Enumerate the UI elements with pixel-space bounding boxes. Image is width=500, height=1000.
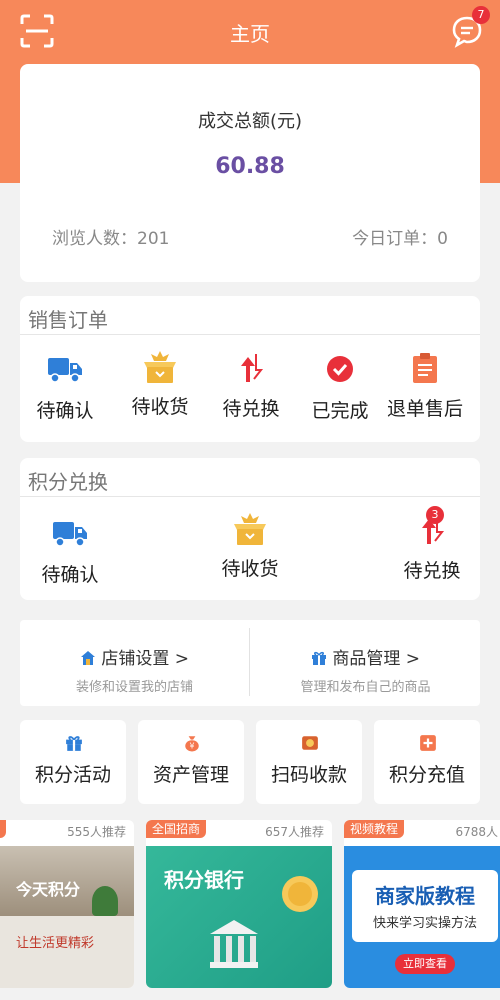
banner-tag: 全国招商	[146, 820, 207, 838]
tile-asset-management[interactable]: ¥ 资产管理	[138, 720, 244, 804]
clipboard-icon	[413, 353, 437, 383]
sales-orders-title: 销售订单	[28, 308, 108, 332]
points-pending-confirm[interactable]: 待确认	[32, 518, 108, 587]
points-pending-receipt[interactable]: 待收货	[212, 512, 288, 581]
banner-image-text: 积分银行	[164, 868, 244, 892]
gift-icon	[311, 651, 326, 665]
package-icon	[144, 351, 176, 383]
today-orders-count: 今日订单：0	[352, 229, 448, 249]
coins-icon	[282, 876, 318, 912]
divider	[20, 334, 480, 335]
recommend-count: 657人推荐	[265, 825, 324, 839]
page-title: 主页	[230, 22, 270, 46]
tile-label: 积分活动	[34, 764, 111, 786]
points-exchange-section: 积分兑换 待确认 待收货 待兑换 3	[20, 458, 480, 600]
app-header: 主页 7	[0, 0, 500, 64]
tile-scan-payment[interactable]: 扫码收款	[256, 720, 362, 804]
money-bag-icon: ¥	[185, 736, 199, 752]
item-label: 退单售后	[386, 398, 463, 420]
shop-tools-card: 店铺设置 > 装修和设置我的店铺 商品管理 > 管理和发布自己的商品	[20, 620, 480, 706]
home-icon	[80, 651, 95, 665]
banner-tag: 视频教程	[344, 820, 405, 838]
points-pending-exchange[interactable]: 待兑换	[394, 514, 470, 583]
banner-image: 商家版教程 快来学习实操方法 立即查看	[344, 846, 500, 988]
exchange-icon	[241, 354, 264, 382]
product-management-button[interactable]: 商品管理 > 管理和发布自己的商品	[251, 620, 480, 706]
banner-tag	[0, 820, 6, 838]
banner-image-subtext: 让生活更精彩	[16, 936, 95, 951]
total-amount-value: 60.88	[215, 154, 285, 179]
sales-refund-aftersale[interactable]: 退单售后	[382, 352, 468, 421]
shop-settings-button[interactable]: 店铺设置 > 装修和设置我的店铺	[20, 620, 249, 706]
recommend-count: 555人推荐	[67, 825, 126, 839]
package-icon	[234, 513, 266, 545]
item-label: 待收货	[131, 396, 189, 418]
truck-icon	[48, 358, 82, 383]
bank-icon	[210, 920, 258, 968]
banner-image: 积分银行	[146, 846, 332, 988]
points-exchange-title: 积分兑换	[28, 470, 108, 494]
divider	[20, 496, 480, 497]
sales-pending-exchange[interactable]: 待兑换	[216, 352, 286, 421]
sales-pending-receipt[interactable]: 待收货	[125, 350, 195, 419]
banner-image-subtext: 快来学习实操方法	[372, 916, 477, 931]
shop-settings-title: 店铺设置 >	[20, 644, 249, 669]
plant-icon	[92, 886, 118, 916]
sales-completed[interactable]: 已完成	[305, 354, 375, 423]
total-amount-label: 成交总额(元)	[197, 111, 303, 132]
divider	[249, 628, 250, 696]
item-label: 待收货	[221, 558, 279, 580]
recharge-icon	[420, 735, 436, 751]
banner-image-text: 商家版教程	[375, 884, 475, 908]
banner-card[interactable]: 555人推荐 今天积分 让生活更精彩	[0, 820, 134, 988]
svg-text:¥: ¥	[189, 742, 194, 751]
item-label: 待确认	[36, 400, 94, 422]
shop-settings-subtitle: 装修和设置我的店铺	[75, 680, 193, 695]
banner-card[interactable]: 全国招商 657人推荐 积分银行	[146, 820, 332, 988]
product-management-subtitle: 管理和发布自己的商品	[300, 680, 431, 695]
truck-icon	[53, 522, 87, 547]
tile-points-recharge[interactable]: 积分充值	[374, 720, 480, 804]
banner-image: 今天积分 让生活更精彩	[0, 846, 134, 988]
gift-icon	[66, 736, 82, 751]
message-count-badge: 7	[472, 6, 490, 24]
banner-image-text: 今天积分	[16, 880, 81, 899]
views-count: 浏览人数：201	[52, 229, 170, 249]
check-circle-icon	[327, 356, 353, 382]
product-management-title: 商品管理 >	[251, 644, 480, 669]
view-now-button[interactable]: 立即查看	[395, 954, 455, 974]
item-label: 待兑换	[222, 398, 280, 420]
scan-pay-icon	[302, 736, 318, 750]
tile-points-activity[interactable]: 积分活动	[20, 720, 126, 804]
banner-card[interactable]: 视频教程 6788人 商家版教程 快来学习实操方法 立即查看	[344, 820, 500, 988]
sales-orders-section: 销售订单 待确认 待收货 待兑换 已完成 退单售后	[20, 296, 480, 442]
sales-summary-card: 成交总额(元) 60.88 浏览人数：201 今日订单：0	[20, 64, 480, 282]
pending-exchange-badge: 3	[426, 506, 444, 524]
tile-label: 扫码收款	[270, 764, 347, 786]
tile-label: 资产管理	[152, 764, 229, 786]
item-label: 待确认	[41, 564, 99, 586]
tile-label: 积分充值	[388, 764, 465, 786]
recommend-count: 6788人	[455, 825, 498, 839]
sales-pending-confirm[interactable]: 待确认	[30, 354, 100, 423]
item-label: 已完成	[311, 400, 369, 422]
item-label: 待兑换	[403, 560, 461, 582]
